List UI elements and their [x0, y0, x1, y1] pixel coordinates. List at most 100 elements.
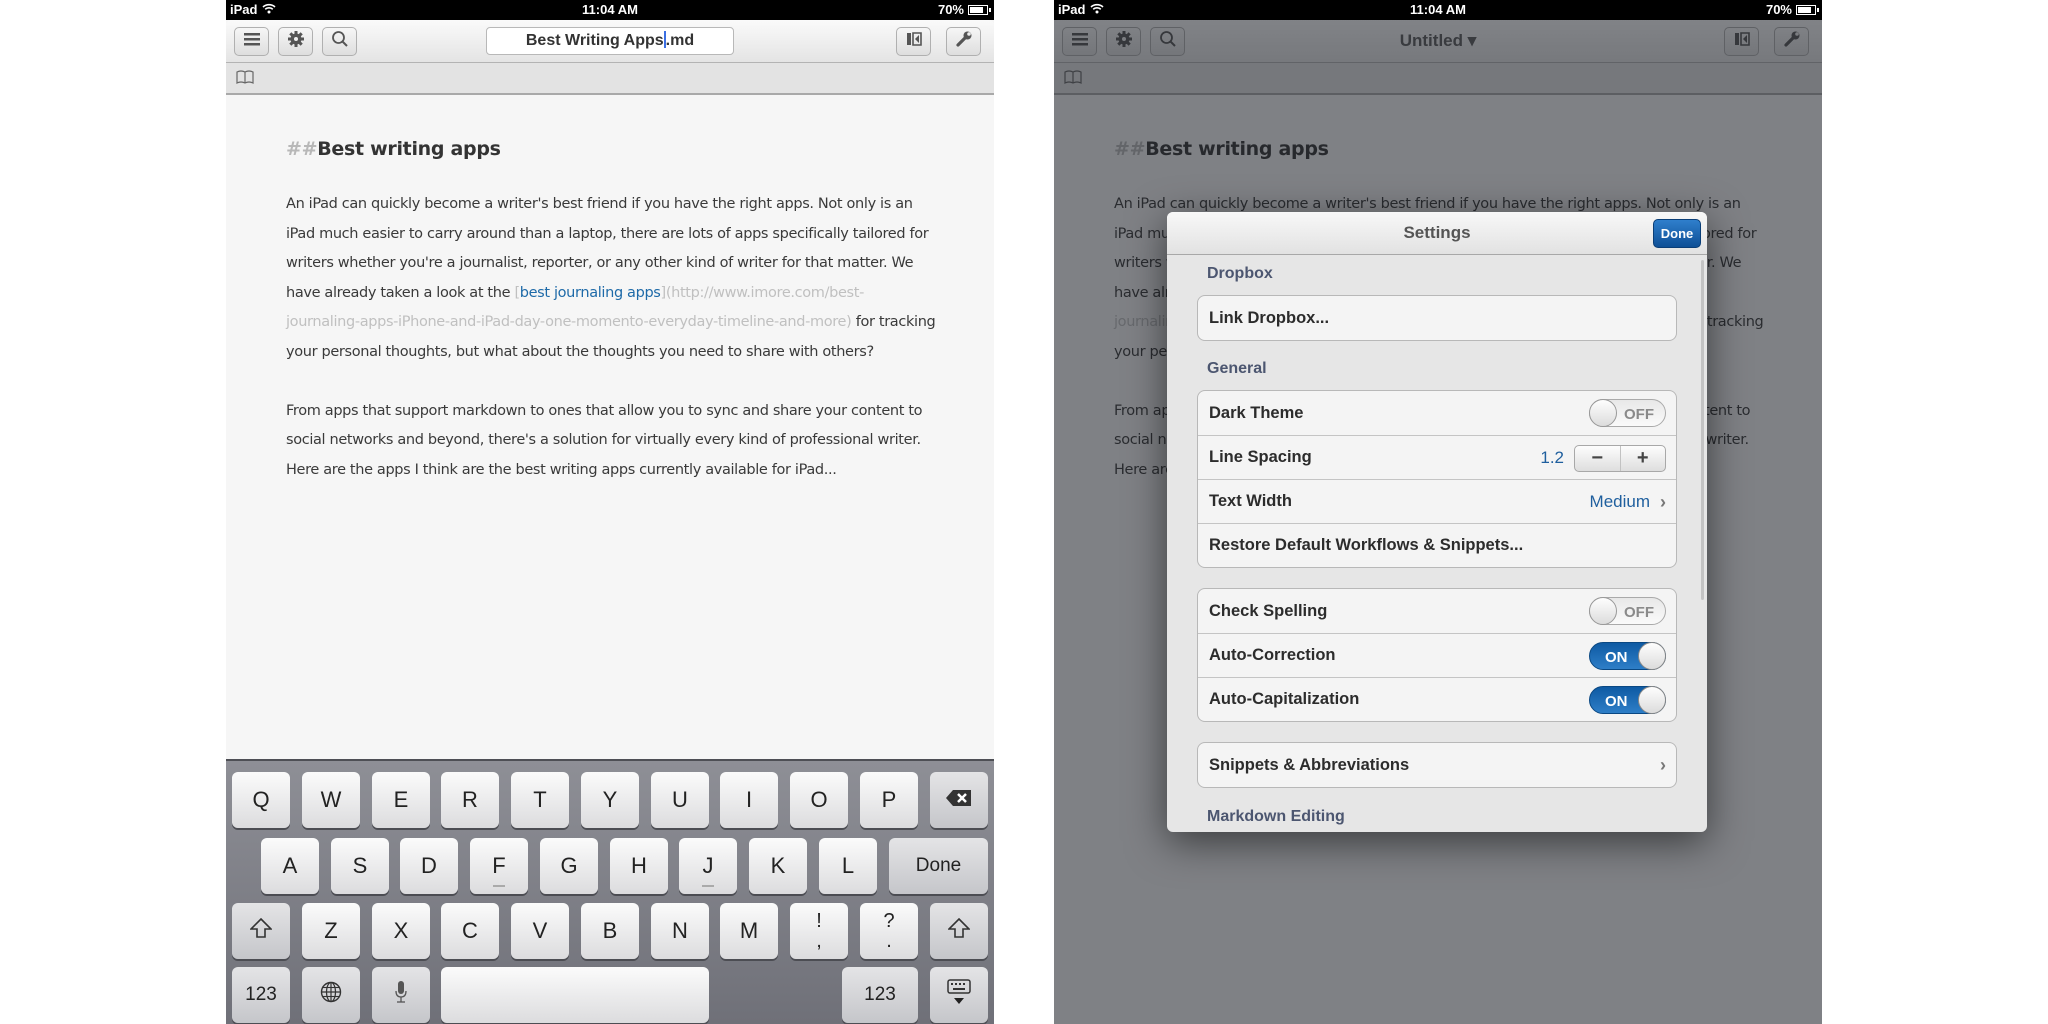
toggle-state: ON	[1605, 649, 1628, 666]
section-general-label: General	[1207, 360, 1267, 377]
auto-capitalization-label: Auto-Capitalization	[1209, 690, 1360, 708]
text-width-value: Medium	[1589, 492, 1650, 511]
done-key[interactable]: Done	[889, 838, 988, 894]
toggle-knob	[1589, 597, 1617, 625]
key-f-label: F	[492, 853, 506, 878]
key-b[interactable]: B	[581, 903, 639, 959]
key-o[interactable]: O	[790, 772, 848, 828]
key-v[interactable]: V	[511, 903, 569, 959]
key-i[interactable]: I	[720, 772, 778, 828]
auto-capitalization-toggle[interactable]: ON	[1589, 686, 1666, 714]
restore-defaults-row[interactable]: Restore Default Workflows & Snippets...	[1198, 523, 1676, 567]
key-w[interactable]: W	[302, 772, 360, 828]
document-editor[interactable]: ##Best writing apps An iPad can quickly …	[286, 138, 936, 515]
home-key-marker	[702, 885, 714, 887]
shift-icon	[947, 917, 971, 944]
shift-key-right[interactable]	[930, 903, 988, 959]
key-c[interactable]: C	[441, 903, 499, 959]
markdown-link-text[interactable]: best journaling apps	[520, 285, 661, 301]
globe-icon	[320, 981, 342, 1009]
done-button[interactable]: Done	[1653, 219, 1701, 248]
search-icon	[331, 30, 349, 53]
key-a[interactable]: A	[261, 838, 319, 894]
key-j[interactable]: J	[679, 838, 737, 894]
key-top-char: !	[816, 910, 822, 932]
search-button[interactable]	[322, 27, 357, 56]
text-width-row[interactable]: Text Width Medium ›	[1198, 479, 1676, 523]
key-q[interactable]: Q	[232, 772, 290, 828]
toggle-knob	[1638, 686, 1666, 714]
menu-button[interactable]	[234, 27, 269, 56]
globe-key[interactable]	[302, 967, 360, 1023]
key-l[interactable]: L	[819, 838, 877, 894]
key-n[interactable]: N	[651, 903, 709, 959]
key-m[interactable]: M	[720, 903, 778, 959]
key-z[interactable]: Z	[302, 903, 360, 959]
toggle-knob	[1589, 399, 1617, 427]
key-s[interactable]: S	[331, 838, 389, 894]
link-dropbox-row[interactable]: Link Dropbox...	[1198, 296, 1676, 340]
microphone-icon	[394, 980, 408, 1010]
status-bar: iPad 11:04 AM 70%	[226, 0, 994, 20]
typing-group: Check Spelling OFF Auto-Correction ON Au…	[1197, 588, 1677, 722]
snippets-row[interactable]: Snippets & Abbreviations ›	[1198, 743, 1676, 787]
space-bar[interactable]	[441, 967, 709, 1023]
battery-percent: 70%	[1765, 2, 1792, 17]
gear-icon	[287, 30, 305, 53]
key-p[interactable]: P	[860, 772, 918, 828]
key-j-label: J	[702, 853, 714, 878]
book-icon[interactable]	[236, 70, 254, 89]
backspace-key[interactable]	[930, 772, 988, 828]
toolbar: Best Writing Apps .md	[226, 20, 994, 63]
line-spacing-value: 1.2	[1540, 448, 1564, 467]
key-r[interactable]: R	[441, 772, 499, 828]
ipad-screen-editor: iPad 11:04 AM 70% Best Writing Apps.md	[226, 0, 994, 1024]
snippets-group: Snippets & Abbreviations ›	[1197, 742, 1677, 788]
check-spelling-row: Check Spelling OFF	[1198, 589, 1676, 633]
shift-key-left[interactable]	[232, 903, 290, 959]
sidebar-button[interactable]	[896, 27, 931, 56]
paragraph-1: An iPad can quickly become a writer's be…	[286, 190, 936, 367]
key-top-char: ?	[883, 910, 895, 932]
filename-field[interactable]: Best Writing Apps .md	[486, 27, 734, 55]
status-bar: iPad 11:04 AM 70%	[1054, 0, 1822, 20]
dictation-key[interactable]	[372, 967, 430, 1023]
key-x[interactable]: X	[372, 903, 430, 959]
key-exclaim-comma[interactable]: ! ,	[790, 903, 848, 959]
numbers-key-left[interactable]: 123	[232, 967, 290, 1023]
auto-correction-row: Auto-Correction ON	[1198, 633, 1676, 677]
heading-marker: ##	[286, 138, 318, 160]
key-g[interactable]: G	[540, 838, 598, 894]
key-k[interactable]: K	[749, 838, 807, 894]
snippets-label: Snippets & Abbreviations	[1209, 755, 1410, 774]
key-t[interactable]: T	[511, 772, 569, 828]
dark-theme-toggle[interactable]: OFF	[1589, 399, 1666, 427]
hide-keyboard-key[interactable]	[930, 967, 988, 1023]
tools-button[interactable]	[946, 27, 981, 56]
secondary-toolbar	[226, 63, 994, 95]
chevron-right-icon: ›	[1660, 754, 1666, 775]
settings-button[interactable]	[278, 27, 313, 56]
key-d[interactable]: D	[400, 838, 458, 894]
increment-button[interactable]: +	[1621, 446, 1666, 471]
wrench-icon	[955, 30, 973, 53]
key-bottom-char: .	[886, 930, 892, 952]
key-h[interactable]: H	[610, 838, 668, 894]
numbers-key-right[interactable]: 123	[842, 967, 918, 1023]
battery-percent: 70%	[937, 2, 964, 17]
key-f[interactable]: F	[470, 838, 528, 894]
check-spelling-toggle[interactable]: OFF	[1589, 597, 1666, 625]
line-spacing-row: Line Spacing 1.2 − +	[1198, 435, 1676, 479]
scrollbar[interactable]	[1701, 260, 1704, 600]
auto-correction-toggle[interactable]: ON	[1589, 642, 1666, 670]
key-y[interactable]: Y	[581, 772, 639, 828]
toggle-state: ON	[1605, 693, 1628, 710]
decrement-button[interactable]: −	[1575, 445, 1621, 471]
key-u[interactable]: U	[651, 772, 709, 828]
key-e[interactable]: E	[372, 772, 430, 828]
toggle-state: OFF	[1624, 604, 1654, 621]
key-question-period[interactable]: ? .	[860, 903, 918, 959]
clock: 11:04 AM	[582, 2, 638, 17]
general-group: Dark Theme OFF Line Spacing 1.2 − + Text…	[1197, 390, 1677, 568]
battery-icon	[968, 4, 991, 15]
